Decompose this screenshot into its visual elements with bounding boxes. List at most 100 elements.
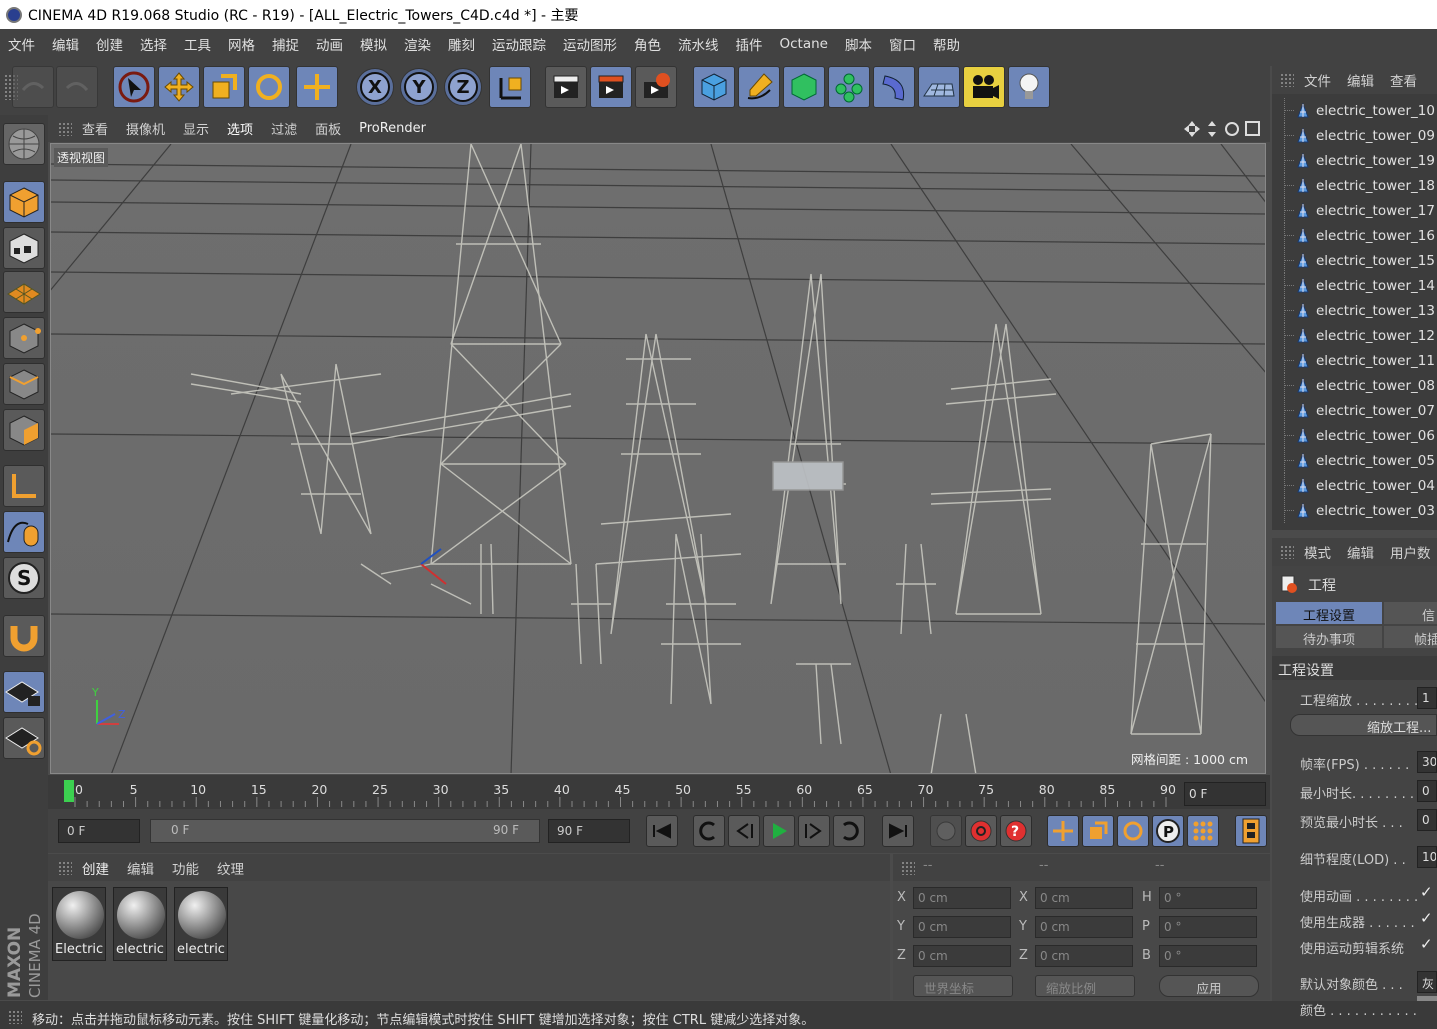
material-menu-create[interactable]: 创建 [82, 858, 109, 878]
deformer-button[interactable] [873, 66, 915, 108]
z-axis-lock-button[interactable]: Z [444, 68, 482, 106]
menu-octane[interactable]: Octane [780, 36, 828, 52]
planar-workplane-button[interactable] [3, 717, 45, 759]
attr-menu-edit[interactable]: 编辑 [1347, 542, 1374, 562]
tab-project-settings[interactable]: 工程设置 [1276, 602, 1382, 624]
tab-info[interactable]: 信 [1384, 602, 1437, 624]
point-level-key-button[interactable] [1187, 815, 1219, 847]
preview-min-time-field[interactable]: 0 [1417, 809, 1437, 831]
project-scale-field[interactable]: 1 [1417, 687, 1437, 709]
menu-window[interactable]: 窗口 [889, 34, 916, 54]
object-row[interactable]: electric_tower_11 [1272, 348, 1437, 373]
object-row[interactable]: electric_tower_15 [1272, 248, 1437, 273]
object-row[interactable]: electric_tower_12 [1272, 323, 1437, 348]
pos-y-field[interactable]: 0 cm [913, 916, 1011, 938]
rot-b-field[interactable]: 0 ° [1159, 945, 1257, 967]
viewport-menu-prorender[interactable]: ProRender [359, 121, 426, 136]
menu-mograph[interactable]: 运动图形 [563, 34, 617, 54]
rot-p-field[interactable]: 0 ° [1159, 916, 1257, 938]
pos-x-field[interactable]: 0 cm [913, 887, 1011, 909]
tweak-mode-button[interactable] [3, 511, 45, 553]
pos-z-field[interactable]: 0 cm [913, 945, 1011, 967]
min-time-field[interactable]: 0 [1417, 780, 1437, 802]
rotate-tool-button[interactable] [248, 66, 290, 108]
viewport-menu-options[interactable]: 选项 [227, 119, 253, 138]
menu-help[interactable]: 帮助 [933, 34, 960, 54]
menu-simulate[interactable]: 模拟 [360, 34, 387, 54]
perspective-viewport[interactable] [50, 143, 1266, 774]
floor-button[interactable] [918, 66, 960, 108]
object-menu-edit[interactable]: 编辑 [1347, 70, 1374, 90]
timeline-ruler[interactable]: 0 5 10 15 20 25 30 35 40 45 50 55 60 65 70 75 80 85 90 [48, 775, 1270, 809]
object-row[interactable]: electric_tower_07 [1272, 398, 1437, 423]
cube-primitive-button[interactable] [693, 66, 735, 108]
end-frame-field[interactable]: 90 F [548, 819, 630, 843]
menu-file[interactable]: 文件 [8, 34, 35, 54]
snap-button[interactable] [3, 615, 45, 657]
render-picture-viewer-button[interactable] [590, 66, 632, 108]
texture-mode-button[interactable] [3, 227, 45, 269]
attr-menu-userdata[interactable]: 用户数 [1390, 542, 1431, 562]
viewport-navigation-icons[interactable] [1184, 119, 1264, 139]
menu-sculpt[interactable]: 雕刻 [448, 34, 475, 54]
object-row[interactable]: electric_tower_05 [1272, 448, 1437, 473]
menu-create[interactable]: 创建 [96, 34, 123, 54]
next-key-button[interactable] [833, 815, 865, 847]
x-axis-lock-button[interactable]: X [356, 68, 394, 106]
pen-spline-button[interactable] [738, 66, 780, 108]
timeline-window-button[interactable] [1235, 815, 1267, 847]
move-tool-button[interactable] [158, 66, 200, 108]
live-selection-button[interactable] [296, 66, 338, 108]
undo-button[interactable] [12, 66, 54, 108]
object-row[interactable]: electric_tower_19 [1272, 148, 1437, 173]
locked-workplane-button[interactable] [3, 671, 45, 713]
solo-button[interactable]: S [3, 557, 45, 599]
next-frame-button[interactable] [798, 815, 830, 847]
tab-frame-interpolation[interactable]: 帧插 [1384, 626, 1437, 648]
lod-field[interactable]: 10 [1417, 846, 1437, 868]
points-mode-button[interactable] [3, 317, 45, 359]
model-mode-button[interactable] [3, 181, 45, 223]
previous-frame-button[interactable] [728, 815, 760, 847]
menu-plugins[interactable]: 插件 [736, 34, 763, 54]
light-button[interactable] [1008, 66, 1050, 108]
object-row[interactable]: electric_tower_10 [1272, 98, 1437, 123]
tab-todo[interactable]: 待办事项 [1276, 626, 1382, 648]
object-row[interactable]: electric_tower_06 [1272, 423, 1437, 448]
object-menu-file[interactable]: 文件 [1304, 70, 1331, 90]
playhead-marker[interactable] [64, 780, 74, 802]
menu-edit[interactable]: 编辑 [52, 34, 79, 54]
enable-axis-button[interactable] [3, 465, 45, 507]
previous-key-button[interactable] [693, 815, 725, 847]
polygons-mode-button[interactable] [3, 409, 45, 451]
viewport-menu-display[interactable]: 显示 [183, 119, 209, 138]
menu-motion-tracking[interactable]: 运动跟踪 [492, 34, 546, 54]
size-y-field[interactable]: 0 cm [1035, 916, 1133, 938]
menu-tools[interactable]: 工具 [184, 34, 211, 54]
object-row[interactable]: electric_tower_17 [1272, 198, 1437, 223]
coordinate-space-dropdown[interactable]: 世界坐标 [913, 975, 1013, 997]
workplane-mode-button[interactable] [3, 271, 45, 313]
edges-mode-button[interactable] [3, 363, 45, 405]
use-generators-checkbox[interactable]: ✓ [1420, 909, 1433, 927]
position-key-button[interactable] [1047, 815, 1079, 847]
fps-field[interactable]: 30 [1417, 751, 1437, 773]
viewport-menu-view[interactable]: 查看 [82, 119, 108, 138]
attribute-manager-grip[interactable] [1280, 545, 1294, 559]
object-manager-grip[interactable] [1280, 73, 1294, 87]
rot-h-field[interactable]: 0 ° [1159, 887, 1257, 909]
material-swatch[interactable]: electric [174, 887, 228, 961]
go-to-end-button[interactable] [882, 815, 914, 847]
menu-animate[interactable]: 动画 [316, 34, 343, 54]
attr-menu-mode[interactable]: 模式 [1304, 542, 1331, 562]
menu-snap[interactable]: 捕捉 [272, 34, 299, 54]
preview-range-slider[interactable]: 0 F 90 F [150, 819, 540, 843]
current-frame-field[interactable]: 0 F [1184, 782, 1266, 806]
material-menu-function[interactable]: 功能 [172, 858, 199, 878]
menu-script[interactable]: 脚本 [845, 34, 872, 54]
object-row[interactable]: electric_tower_18 [1272, 173, 1437, 198]
menu-pipeline[interactable]: 流水线 [678, 34, 719, 54]
rotation-key-button[interactable] [1117, 815, 1149, 847]
viewport-menu-camera[interactable]: 摄像机 [126, 119, 165, 138]
camera-button[interactable] [963, 66, 1005, 108]
